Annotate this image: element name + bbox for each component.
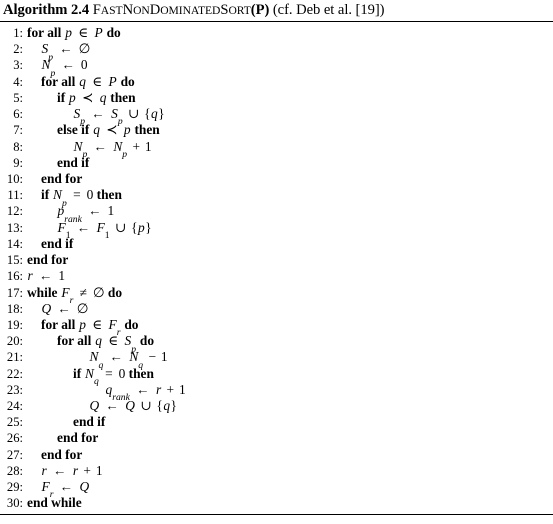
line-number: 11: [7,188,23,203]
line-number: 18: [6,301,23,316]
line-code: Np ← 0 [41,57,88,79]
line-code: Np ← Np + 1 [73,138,152,160]
line-number: 27: [6,447,23,462]
line-code: for all p ∈ Fr do [41,316,139,339]
line-number: 19: [6,317,23,332]
line-number: 6: [13,107,23,122]
line-number: 17: [6,285,23,300]
line-code: end for [57,430,99,446]
pseudocode-line: 15: end for [0,252,553,268]
pseudocode-line: 6: Sp ← Sp ∪ {q} [0,106,553,128]
line-code: r ← 1 [27,268,66,284]
pseudocode-line: 2: Sp ← ∅ [0,41,553,63]
caption-label: Algorithm [3,2,68,18]
line-number: 13: [6,220,23,235]
pseudocode-line: 21: Nq ← Nq − 1 [0,349,553,371]
line-number: 24: [6,399,23,414]
pseudocode-line: 26: end for [0,430,553,446]
pseudocode-line: 29: Fr ← Q [0,479,553,501]
algorithm-bottom-rule [0,514,553,515]
line-number: 23: [6,382,23,397]
line-number: 29: [6,480,23,495]
line-code: r ← r + 1 [41,462,103,478]
line-number: 2: [13,42,23,57]
pseudocode-line: 5: if p ≺ q then [0,90,553,106]
line-code: Q ← Q ∪ {q} [89,398,177,414]
line-code: end if [57,154,90,170]
line-code: if Np = 0 then [41,187,122,209]
line-code: Fr ← Q [41,479,90,501]
procedure-name: FASTNONDOMINATEDSORT [92,2,251,18]
pseudocode-line: 18: Q ← ∅ [0,301,553,317]
line-code: if p ≺ q then [57,89,136,105]
line-number: 25: [6,415,23,430]
pseudocode-line: 28: r ← r + 1 [0,463,553,479]
line-code: prank ← 1 [57,203,115,225]
line-code: end if [73,414,106,430]
line-code: for all q ∈ P do [41,73,135,89]
algorithm-caption: Algorithm 2.4 FASTNONDOMINATEDSORT(P) (c… [0,0,553,21]
line-code: qrank ← r + 1 [105,381,186,404]
pseudocode-line: 23: qrank ← r + 1 [0,381,553,404]
line-code: end while [27,495,82,511]
line-number: 14: [6,236,23,251]
pseudocode-line: 11: if Np = 0 then [0,187,553,209]
line-code: end for [27,252,69,268]
pseudocode-line: 14: end if [0,236,553,252]
line-code: else if q ≺ p then [57,122,160,138]
pseudocode-line: 4: for all q ∈ P do [0,74,553,90]
pseudocode-line: 3: Np ← 0 [0,57,553,79]
line-number: 16: [6,269,23,284]
pseudocode-line: 27: end for [0,447,553,463]
line-number: 10: [6,171,23,186]
line-code: Sp ← Sp ∪ {q} [73,106,165,128]
pseudocode-line: 19: for all p ∈ Fr do [0,316,553,339]
procedure-argument: (P) [250,2,270,18]
line-code: while Fr ≠ ∅ do [27,284,123,306]
line-number: 9: [13,155,23,170]
pseudocode-body: 1: for all p ∈ P do 2: Sp ← ∅ 3: Np ← 0 … [0,22,553,512]
algorithm-float: Algorithm 2.4 FASTNONDOMINATEDSORT(P) (c… [0,0,553,524]
pseudocode-line: 16: r ← 1 [0,268,553,284]
line-number: 21: [6,350,23,365]
line-code: Q ← ∅ [41,300,89,316]
pseudocode-line: 13: F1 ← F1 ∪ {p} [0,219,553,241]
pseudocode-line: 20: for all q ∈ Sp do [0,333,553,355]
line-number: 5: [13,90,23,105]
line-code: for all p ∈ P do [27,25,121,40]
pseudocode-line: 12: prank ← 1 [0,203,553,225]
pseudocode-line: 8: Np ← Np + 1 [0,138,553,160]
line-code: Sp ← ∅ [41,41,91,63]
line-code: for all q ∈ Sp do [57,333,155,355]
line-code: end for [41,170,83,186]
line-number: 8: [13,139,23,154]
line-code: end for [41,446,83,462]
pseudocode-line: 22: if Nq = 0 then [0,365,553,387]
pseudocode-line: 1: for all p ∈ P do [0,25,553,41]
pseudocode-line: 25: end if [0,414,553,430]
caption-number: 2.4 [71,2,90,18]
line-number: 15: [6,253,23,268]
line-code: F1 ← F1 ∪ {p} [57,219,152,241]
line-number: 3: [13,58,23,73]
line-number: 30: [6,496,23,511]
line-number: 28: [6,463,23,478]
line-code: Nq ← Nq − 1 [89,349,168,371]
line-number: 12: [6,204,23,219]
pseudocode-line: 24: Q ← Q ∪ {q} [0,398,553,414]
pseudocode-line: 17: while Fr ≠ ∅ do [0,284,553,306]
line-number: 20: [6,334,23,349]
pseudocode-line: 30: end while [0,495,553,511]
line-code: if Nq = 0 then [73,365,154,387]
line-number: 22: [6,366,23,381]
line-number: 26: [6,431,23,446]
line-number: 1: [13,26,23,40]
pseudocode-line: 10: end for [0,171,553,187]
caption-reference: (cf. Deb et al. [19]) [272,2,385,18]
line-number: 7: [13,123,23,138]
line-number: 4: [13,74,23,89]
